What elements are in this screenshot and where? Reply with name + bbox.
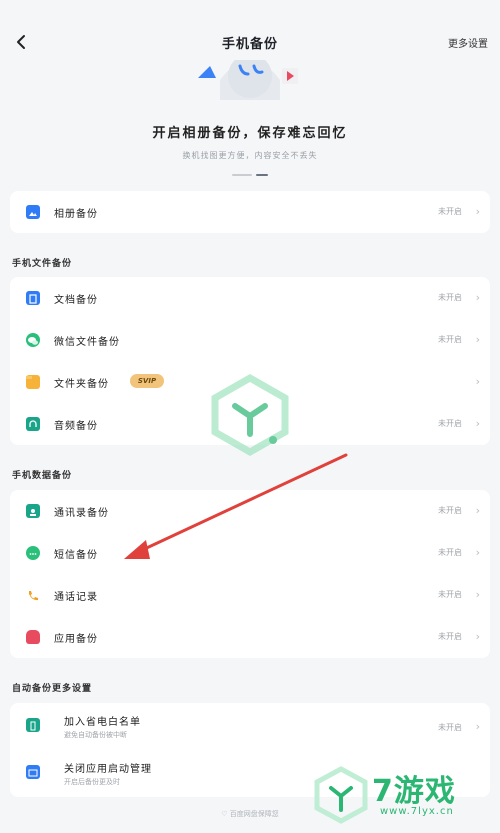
contacts-icon bbox=[26, 504, 40, 518]
row-label: 相册备份 bbox=[54, 209, 98, 220]
chevron-right-icon: › bbox=[475, 630, 480, 643]
svip-badge: SVIP bbox=[130, 374, 164, 388]
chevron-right-icon: › bbox=[475, 504, 480, 517]
row-label: 通话记录 bbox=[54, 592, 98, 603]
status-text: 未开启 bbox=[438, 335, 462, 344]
document-icon bbox=[26, 291, 40, 305]
row-label: 通讯录备份 bbox=[54, 508, 109, 519]
watermark-logo bbox=[211, 373, 289, 457]
status-text: 未开启 bbox=[438, 419, 462, 428]
battery-icon bbox=[26, 718, 40, 732]
data-backup-card: 通讯录备份 未开启 › 短信备份 未开启 › 通话记录 未开启 › 应用备份 未… bbox=[10, 490, 490, 658]
status-bar-area bbox=[0, 0, 500, 22]
chevron-right-icon: › bbox=[475, 546, 480, 559]
hero-title: 开启相册备份，保存难忘回忆 bbox=[152, 126, 348, 141]
list-item[interactable]: 短信备份 未开启 › bbox=[10, 532, 490, 574]
folder-icon bbox=[26, 375, 40, 389]
status-text: 未开启 bbox=[438, 548, 462, 557]
list-item[interactable]: 通话记录 未开启 › bbox=[10, 574, 490, 616]
carousel-indicator bbox=[232, 174, 268, 178]
row-label: 关闭应用启动管理 bbox=[64, 764, 152, 775]
list-item[interactable]: 通讯录备份 未开启 › bbox=[10, 490, 490, 532]
row-label: 音频备份 bbox=[54, 421, 98, 432]
status-text: 未开启 bbox=[438, 207, 462, 216]
chevron-right-icon: › bbox=[475, 333, 480, 346]
wechat-icon bbox=[26, 333, 40, 347]
backup-illustration bbox=[198, 60, 298, 100]
chevron-right-icon: › bbox=[475, 588, 480, 601]
brand-url: www.7lyx.cn bbox=[380, 806, 454, 817]
brand-name: 7游戏 bbox=[372, 774, 456, 809]
status-text: 未开启 bbox=[438, 723, 462, 732]
brand-watermark: 7游戏 www.7lyx.cn bbox=[300, 760, 500, 833]
chevron-right-icon: › bbox=[475, 720, 480, 733]
album-backup-card: 相册备份 未开启 › bbox=[10, 191, 490, 233]
page-title: 手机备份 bbox=[221, 37, 278, 52]
row-label: 加入省电白名单 bbox=[64, 717, 141, 728]
audio-icon bbox=[26, 417, 40, 431]
phone-icon bbox=[26, 588, 40, 602]
list-item[interactable]: 应用备份 未开启 › bbox=[10, 616, 490, 658]
row-label: 文件夹备份 bbox=[54, 379, 109, 390]
status-text: 未开启 bbox=[438, 632, 462, 641]
more-settings-link[interactable]: 更多设置 bbox=[448, 35, 488, 50]
section-title-settings: 自动备份更多设置 bbox=[12, 684, 93, 694]
row-subtitle: 避免自动备份被中断 bbox=[64, 731, 127, 739]
sms-icon bbox=[26, 546, 40, 560]
list-item[interactable]: 微信文件备份 未开启 › bbox=[10, 319, 490, 361]
chevron-right-icon: › bbox=[475, 205, 480, 218]
top-bar: 手机备份 更多设置 bbox=[0, 22, 500, 64]
hero-subtitle: 换机找图更方便，内容安全不丢失 bbox=[182, 151, 318, 160]
row-label: 文档备份 bbox=[54, 295, 98, 306]
list-item[interactable]: 加入省电白名单 避免自动备份被中断 未开启 › bbox=[10, 703, 490, 750]
status-text: 未开启 bbox=[438, 506, 462, 515]
app-manage-icon bbox=[26, 765, 40, 779]
chevron-right-icon: › bbox=[475, 291, 480, 304]
status-text: 未开启 bbox=[438, 293, 462, 302]
album-backup-row[interactable]: 相册备份 未开启 › bbox=[10, 191, 490, 233]
list-item[interactable]: 文档备份 未开启 › bbox=[10, 277, 490, 319]
hero-banner: 开启相册备份，保存难忘回忆 换机找图更方便，内容安全不丢失 bbox=[0, 60, 500, 176]
brand-logo-icon bbox=[314, 766, 368, 824]
chevron-right-icon: › bbox=[475, 417, 480, 430]
row-label: 短信备份 bbox=[54, 550, 98, 561]
section-title-file: 手机文件备份 bbox=[12, 259, 73, 269]
row-label: 应用备份 bbox=[54, 634, 98, 645]
row-label: 微信文件备份 bbox=[54, 337, 120, 348]
section-title-data: 手机数据备份 bbox=[12, 471, 73, 481]
chevron-right-icon: › bbox=[475, 375, 480, 388]
photo-icon bbox=[26, 205, 40, 219]
row-subtitle: 开启后备份更及时 bbox=[64, 778, 120, 786]
status-text: 未开启 bbox=[438, 590, 462, 599]
app-icon bbox=[26, 630, 40, 644]
